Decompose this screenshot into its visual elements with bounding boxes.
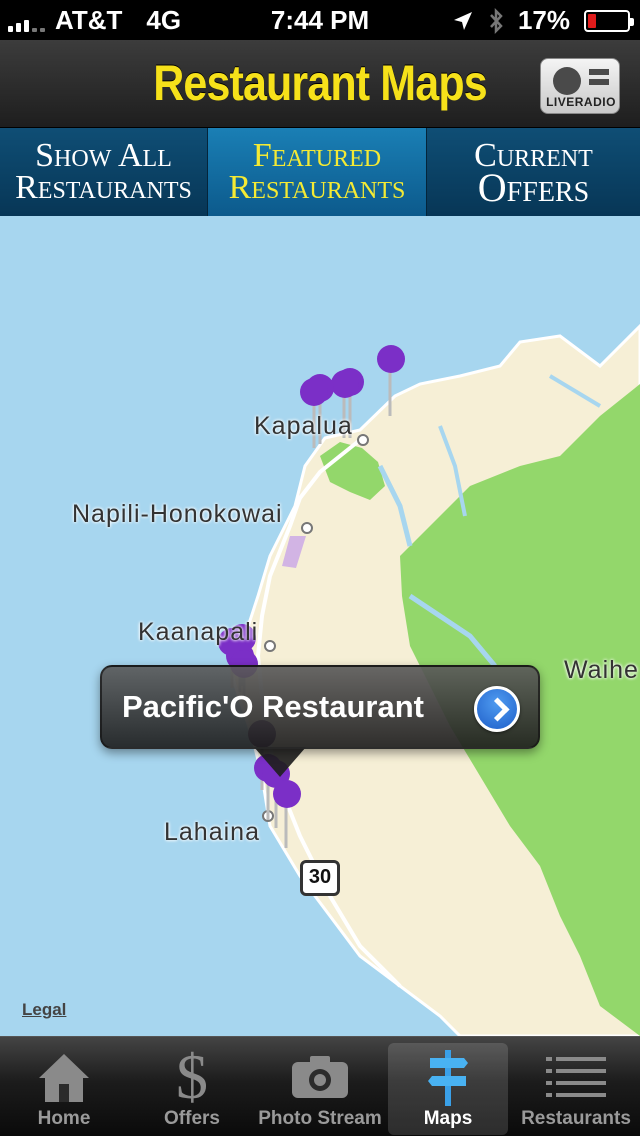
tab-restaurants[interactable]: Restaurants: [512, 1037, 640, 1136]
map-canvas: [218, 323, 640, 1036]
segment-control: Show All Restaurants Featured Restaurant…: [0, 128, 640, 216]
detail-disclosure-icon[interactable]: [474, 686, 520, 732]
nav-header: Restaurant Maps LIVERADIO: [0, 40, 640, 128]
place-lahaina: Lahaina: [164, 818, 260, 846]
list-icon: [512, 1049, 640, 1105]
battery-icon: [584, 9, 634, 32]
map-view[interactable]: Kapalua Napili-Honokowai Kaanapali Lahai…: [0, 216, 640, 1036]
place-napili: Napili-Honokowai: [72, 500, 283, 528]
tab-home[interactable]: Home: [0, 1037, 128, 1136]
bluetooth-icon: [490, 7, 503, 34]
place-kapalua: Kapalua: [254, 412, 353, 440]
status-right: 17%: [452, 5, 634, 36]
callout-title: Pacific'O Restaurant: [122, 689, 424, 724]
route-shield: 30: [300, 860, 340, 896]
battery-percent: 17%: [517, 5, 570, 35]
pin-callout[interactable]: Pacific'O Restaurant: [100, 665, 540, 749]
tab-bar: Home $ Offers Photo Stream Maps Restaura…: [0, 1036, 640, 1136]
signpost-icon: [384, 1049, 512, 1106]
segment-show-all[interactable]: Show All Restaurants: [0, 128, 208, 216]
location-icon: [453, 11, 472, 30]
radio-icon: [553, 67, 581, 95]
live-radio-button[interactable]: LIVERADIO: [540, 58, 620, 114]
place-waihe: Waihe: [564, 656, 639, 684]
tab-maps[interactable]: Maps: [384, 1037, 512, 1136]
legal-link[interactable]: Legal: [22, 1000, 66, 1020]
camera-icon: [256, 1049, 384, 1105]
tab-photo-stream[interactable]: Photo Stream: [256, 1037, 384, 1136]
dollar-icon: $: [176, 1041, 208, 1112]
status-bar: AT&T 4G 7:44 PM 17%: [0, 0, 640, 40]
place-kaanapali: Kaanapali: [138, 618, 259, 646]
segment-featured[interactable]: Featured Restaurants: [208, 128, 427, 216]
live-radio-label: LIVERADIO: [546, 95, 616, 109]
tab-offers[interactable]: $ Offers: [128, 1037, 256, 1136]
callout-tail: [254, 747, 306, 777]
home-icon: [0, 1049, 128, 1105]
page-title: Restaurant Maps: [153, 55, 487, 111]
segment-current-offers[interactable]: Current Offers: [427, 128, 640, 216]
